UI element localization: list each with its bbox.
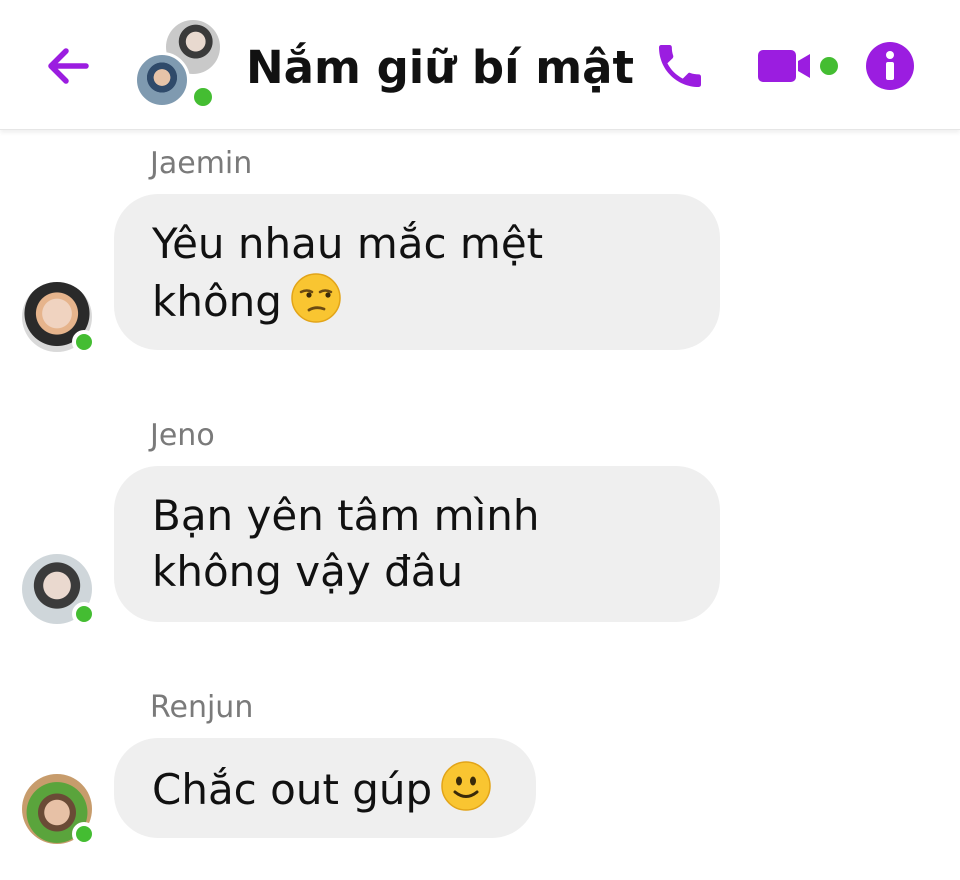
back-button[interactable] <box>42 40 94 92</box>
chat-info-button[interactable] <box>864 40 916 92</box>
arrow-left-icon <box>48 48 89 84</box>
message-text: Chắc out gúp <box>152 765 433 814</box>
voice-call-button[interactable] <box>652 38 708 94</box>
phone-icon <box>659 45 701 87</box>
video-camera-icon <box>758 50 838 82</box>
slightly-smiling-face-icon <box>441 761 491 811</box>
message-text-line: Bạn yên tâm mình <box>152 491 540 540</box>
message-text-line: Chắc out gúp <box>152 760 498 818</box>
message-text-line-2: không vậy đâu <box>152 547 464 596</box>
sender-avatar[interactable] <box>22 554 96 626</box>
message-bubble[interactable]: Bạn yên tâm mình không vậy đâu <box>114 466 720 622</box>
message-text-line: Yêu nhau mắc mệt <box>152 219 544 268</box>
chat-header: Nắm giữ bí mật <box>0 0 960 130</box>
message-bubble[interactable]: Chắc out gúp <box>114 738 536 838</box>
message-thread[interactable]: Jaemin Yêu nhau mắc mệt không Jeno Bạn y… <box>0 130 960 880</box>
online-status-dot <box>72 822 96 846</box>
online-status-dot <box>72 330 96 354</box>
message-bubble[interactable]: Yêu nhau mắc mệt không <box>114 194 720 350</box>
sender-name: Jaemin <box>150 146 253 181</box>
unamused-face-icon <box>291 273 341 323</box>
chat-title[interactable]: Nắm giữ bí mật <box>246 38 634 98</box>
online-status-dot <box>190 84 216 110</box>
info-icon <box>866 42 914 90</box>
group-avatar[interactable] <box>132 20 226 114</box>
sender-name: Renjun <box>150 690 254 725</box>
member-avatar-front <box>134 52 190 108</box>
sender-avatar[interactable] <box>22 774 96 846</box>
video-call-button[interactable] <box>758 46 842 86</box>
sender-name: Jeno <box>150 418 215 453</box>
online-status-dot <box>72 602 96 626</box>
message-text: không <box>152 277 282 326</box>
sender-avatar[interactable] <box>22 282 96 354</box>
message-text-line-2: không <box>152 272 682 330</box>
